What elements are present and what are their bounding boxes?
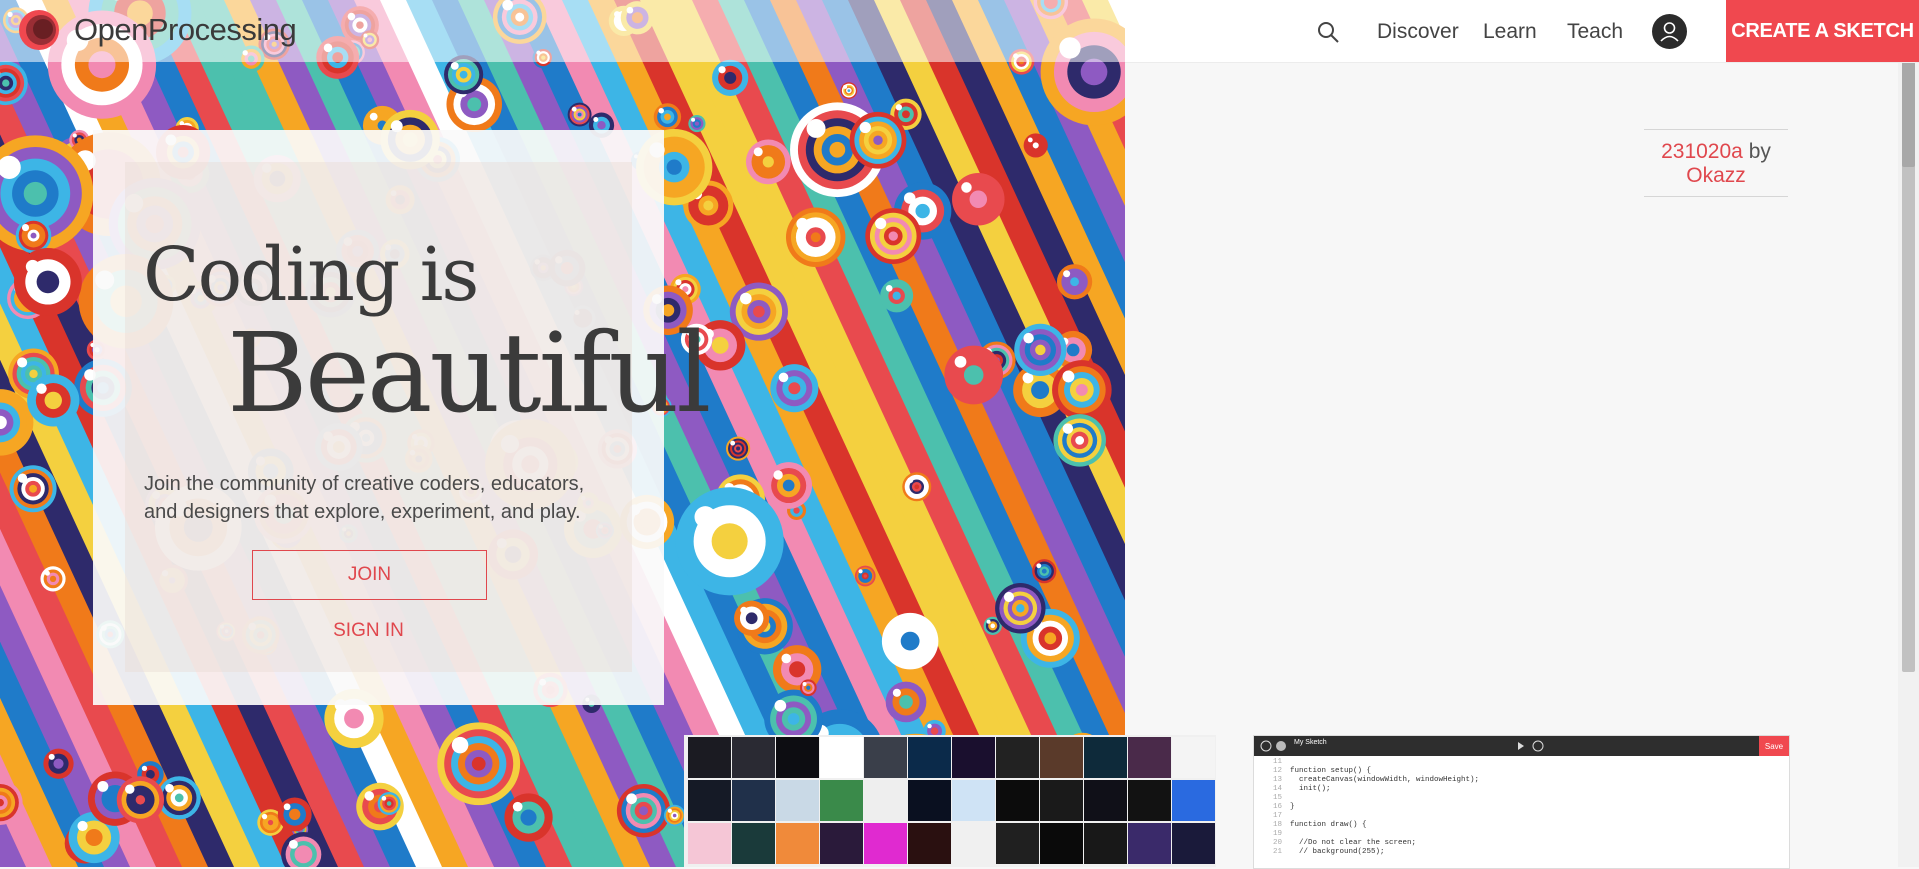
sketch-thumbnail (996, 823, 1039, 864)
sketch-thumbnail (908, 780, 951, 821)
code-text: } (1290, 803, 1295, 812)
sketch-credit: 231020a by Okazz (1644, 129, 1788, 197)
brand-name: OpenProcessing (74, 12, 296, 48)
sketch-thumbnail (864, 780, 907, 821)
openprocessing-logo-icon (18, 9, 60, 51)
line-number: 16 (1262, 803, 1282, 812)
sketch-thumbnail (996, 737, 1039, 778)
sketch-thumbnail (952, 823, 995, 864)
sketch-thumbnail (820, 823, 863, 864)
code-text: init(); (1290, 785, 1331, 794)
sketch-thumbnail (1040, 737, 1083, 778)
sketch-thumbnail (1172, 823, 1215, 864)
sign-in-link[interactable]: SIGN IN (252, 620, 485, 642)
sketch-thumbnail (1084, 823, 1127, 864)
sketch-thumbnail (1128, 737, 1171, 778)
hero-tagline: Join the community of creative coders, e… (144, 470, 614, 526)
sketch-thumbnail (1172, 737, 1215, 778)
sketch-thumbnail (1084, 780, 1127, 821)
code-text: createCanvas(windowWidth, windowHeight); (1290, 776, 1479, 785)
line-number: 11 (1262, 758, 1282, 767)
user-icon (1652, 14, 1687, 49)
user-avatar[interactable] (1652, 14, 1687, 49)
code-text: // background(255); (1290, 848, 1385, 857)
logo[interactable]: OpenProcessing (18, 9, 296, 51)
sketch-thumbnail (776, 823, 819, 864)
sketch-thumbnail (776, 780, 819, 821)
sketch-thumbnail (1128, 780, 1171, 821)
editor-sketch-name: My Sketch (1294, 739, 1327, 746)
sketch-thumbnail (820, 737, 863, 778)
line-number: 14 (1262, 785, 1282, 794)
sketch-thumbnail-grid (684, 735, 1216, 867)
sketch-title-link[interactable]: 231020a (1661, 140, 1743, 163)
sketch-thumbnail (952, 737, 995, 778)
line-number: 21 (1262, 848, 1282, 857)
sketch-thumbnail (908, 737, 951, 778)
search-icon[interactable] (1316, 20, 1340, 44)
code-text: function draw() { (1290, 821, 1367, 830)
editor-playback-icons (1494, 736, 1554, 756)
editor-logo-icon (1254, 736, 1294, 756)
scrollbar-thumb[interactable] (1902, 62, 1915, 167)
sketch-thumbnail (1128, 823, 1171, 864)
code-text: //Do not clear the screen; (1290, 839, 1416, 848)
line-number: 13 (1262, 776, 1282, 785)
sketch-thumbnail (952, 780, 995, 821)
nav-learn[interactable]: Learn (1483, 20, 1537, 44)
nav-discover[interactable]: Discover (1377, 20, 1459, 44)
create-sketch-button[interactable]: CREATE A SKETCH (1726, 0, 1919, 62)
sketch-thumbnail (996, 780, 1039, 821)
line-number: 12 (1262, 767, 1282, 776)
sketch-thumbnail (732, 780, 775, 821)
sketch-thumbnail (688, 780, 731, 821)
sketch-thumbnail (688, 823, 731, 864)
editor-save-button: Save (1759, 736, 1789, 756)
sketch-thumbnail (732, 737, 775, 778)
code-text: function setup() { (1290, 767, 1371, 776)
sketch-thumbnail (864, 737, 907, 778)
editor-preview: My Sketch Save 1112function setup() {13 … (1253, 735, 1790, 869)
sketch-thumbnail (732, 823, 775, 864)
sketch-thumbnail (820, 780, 863, 821)
line-number: 20 (1262, 839, 1282, 848)
sketch-thumbnail (1040, 823, 1083, 864)
line-number: 15 (1262, 794, 1282, 803)
sketch-thumbnail (1040, 780, 1083, 821)
hero-title-line1: Coding is (143, 232, 477, 318)
line-number: 19 (1262, 830, 1282, 839)
line-number: 17 (1262, 812, 1282, 821)
nav-teach[interactable]: Teach (1567, 20, 1623, 44)
sketch-thumbnail (776, 737, 819, 778)
sketch-thumbnail (908, 823, 951, 864)
join-button[interactable]: JOIN (252, 550, 487, 600)
site-header: OpenProcessing Discover Learn Teach CREA… (0, 0, 1919, 62)
sketch-thumbnail (688, 737, 731, 778)
sketch-thumbnail (1172, 780, 1215, 821)
line-number: 18 (1262, 821, 1282, 830)
credit-by: by (1749, 140, 1771, 163)
editor-toolbar: My Sketch Save (1254, 736, 1789, 756)
sketch-thumbnail (864, 823, 907, 864)
author-link[interactable]: Okazz (1686, 164, 1746, 187)
sketch-thumbnail (1084, 737, 1127, 778)
hero-title-line2: Beautiful (227, 318, 708, 428)
